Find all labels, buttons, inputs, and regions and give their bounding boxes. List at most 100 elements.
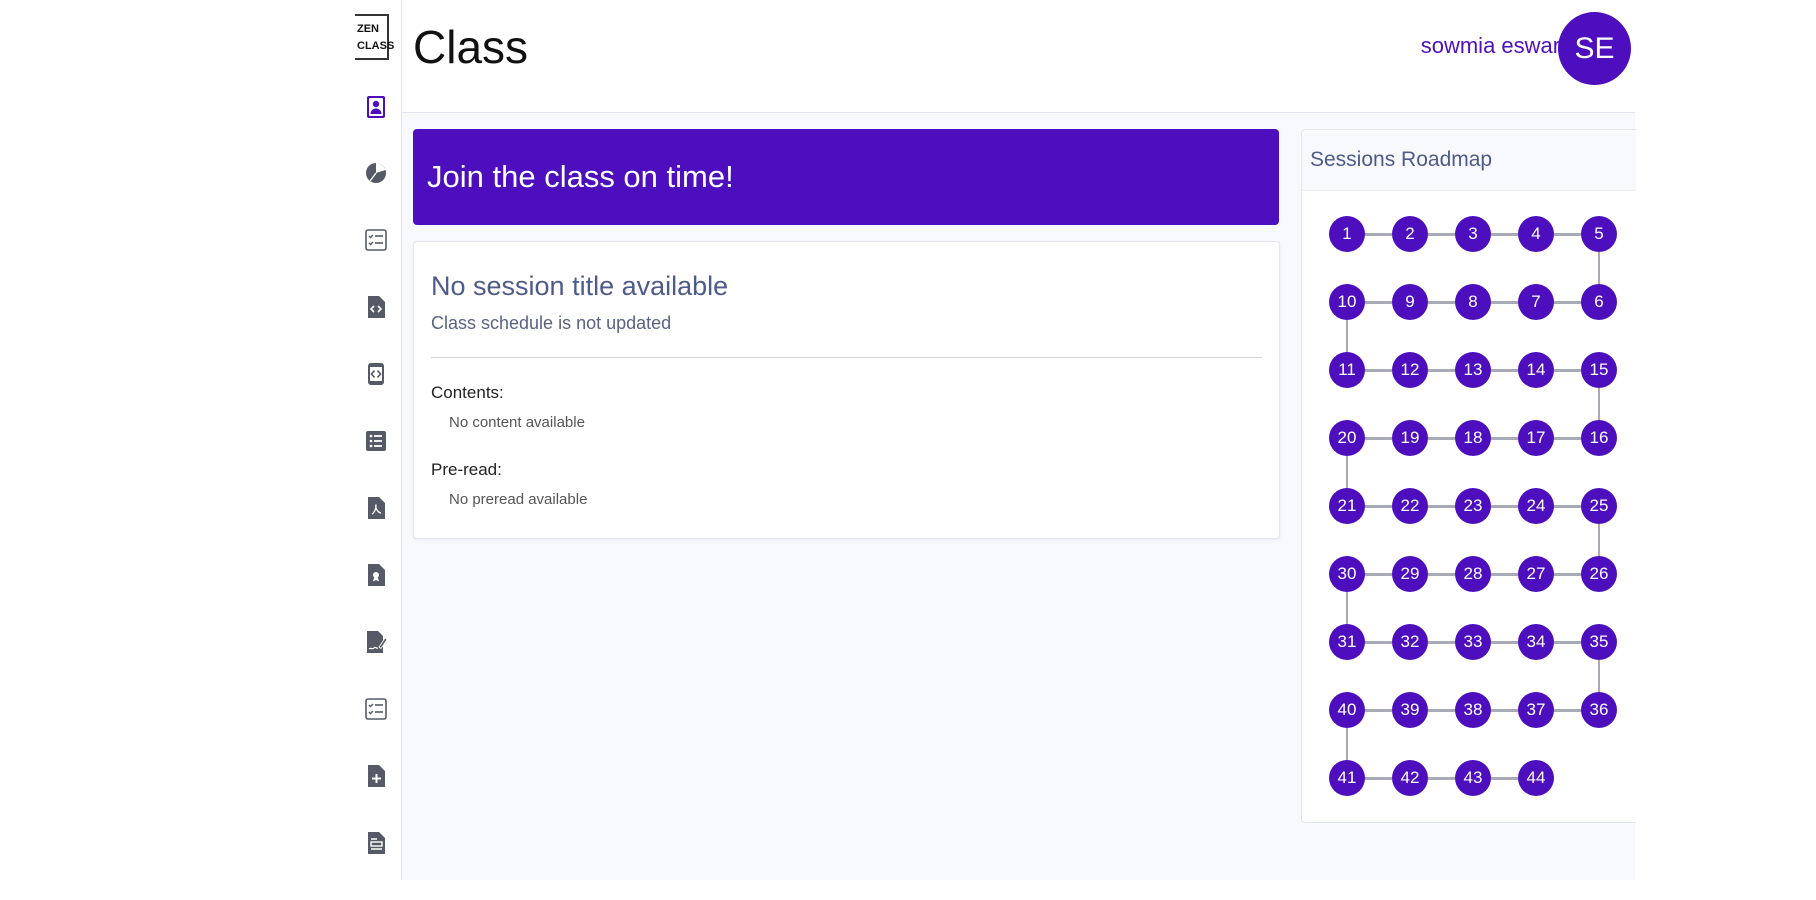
roadmap-connector (1491, 573, 1518, 576)
avatar[interactable]: SE (1558, 12, 1631, 85)
roadmap-connector (1365, 777, 1392, 780)
session-node-6[interactable]: 6 (1581, 284, 1617, 320)
roadmap-connector (1598, 660, 1600, 692)
page-header: Class sowmia eswari SE (402, 0, 1635, 113)
session-node-21[interactable]: 21 (1329, 488, 1365, 524)
document-icon[interactable] (363, 829, 389, 857)
roadmap-connector (1428, 369, 1455, 372)
roadmap-connector (1365, 233, 1392, 236)
session-node-23[interactable]: 23 (1455, 488, 1491, 524)
code-brackets-icon[interactable] (363, 360, 389, 388)
page-title: Class (413, 21, 529, 73)
pdf-file-icon[interactable] (363, 494, 389, 522)
roadmap-connector (1491, 301, 1518, 304)
roadmap-connector (1491, 437, 1518, 440)
roadmap-connector (1346, 728, 1348, 760)
session-node-2[interactable]: 2 (1392, 216, 1428, 252)
session-node-36[interactable]: 36 (1581, 692, 1617, 728)
session-node-1[interactable]: 1 (1329, 216, 1365, 252)
roadmap-connector (1598, 388, 1600, 420)
session-node-8[interactable]: 8 (1455, 284, 1491, 320)
roadmap-connector (1365, 301, 1392, 304)
roadmap-connector (1554, 437, 1581, 440)
roadmap-connector (1365, 709, 1392, 712)
roadmap-connector (1598, 524, 1600, 556)
session-node-22[interactable]: 22 (1392, 488, 1428, 524)
preread-value: No preread available (449, 491, 588, 508)
file-plus-icon[interactable] (363, 762, 389, 790)
roadmap-connector (1491, 709, 1518, 712)
checklist-icon[interactable] (363, 226, 389, 254)
roadmap-connector (1428, 233, 1455, 236)
session-node-16[interactable]: 16 (1581, 420, 1617, 456)
session-node-13[interactable]: 13 (1455, 352, 1491, 388)
logo-text-line1: ZEN (357, 23, 379, 35)
roadmap-connector (1554, 709, 1581, 712)
session-node-37[interactable]: 37 (1518, 692, 1554, 728)
session-node-12[interactable]: 12 (1392, 352, 1428, 388)
list-icon[interactable] (363, 427, 389, 455)
session-node-30[interactable]: 30 (1329, 556, 1365, 592)
roadmap-connector (1346, 592, 1348, 624)
session-node-38[interactable]: 38 (1455, 692, 1491, 728)
session-node-27[interactable]: 27 (1518, 556, 1554, 592)
session-node-7[interactable]: 7 (1518, 284, 1554, 320)
roadmap-connector (1554, 301, 1581, 304)
sessions-roadmap: Sessions Roadmap 1 2 3 4 5 6 7 8 9 10 11 12 13 14 15 16… (1301, 129, 1636, 823)
session-node-44[interactable]: 44 (1518, 760, 1554, 796)
session-node-32[interactable]: 32 (1392, 624, 1428, 660)
session-card: No session title available Class schedul… (413, 241, 1280, 539)
session-node-24[interactable]: 24 (1518, 488, 1554, 524)
roadmap-connector (1554, 573, 1581, 576)
session-node-31[interactable]: 31 (1329, 624, 1365, 660)
session-node-29[interactable]: 29 (1392, 556, 1428, 592)
session-node-42[interactable]: 42 (1392, 760, 1428, 796)
roadmap-connector (1491, 505, 1518, 508)
session-node-9[interactable]: 9 (1392, 284, 1428, 320)
session-node-5[interactable]: 5 (1581, 216, 1617, 252)
app-window: ZEN CLASS Class sowmia eswari SE Join th… (351, 0, 1636, 880)
session-node-17[interactable]: 17 (1518, 420, 1554, 456)
session-node-18[interactable]: 18 (1455, 420, 1491, 456)
roadmap-connector (1428, 641, 1455, 644)
roadmap-connector (1491, 233, 1518, 236)
session-node-26[interactable]: 26 (1581, 556, 1617, 592)
session-subtitle: Class schedule is not updated (431, 313, 672, 333)
join-class-banner: Join the class on time! (413, 129, 1279, 225)
session-node-10[interactable]: 10 (1329, 284, 1365, 320)
session-node-15[interactable]: 15 (1581, 352, 1617, 388)
session-node-4[interactable]: 4 (1518, 216, 1554, 252)
zen-class-logo[interactable]: ZEN CLASS (355, 14, 394, 60)
session-node-39[interactable]: 39 (1392, 692, 1428, 728)
preread-label: Pre-read: (431, 460, 502, 479)
code-file-icon[interactable] (363, 293, 389, 321)
contents-value: No content available (449, 414, 585, 431)
roadmap-connector (1491, 369, 1518, 372)
roadmap-connector (1554, 505, 1581, 508)
user-profile-icon[interactable] (363, 93, 389, 121)
session-node-20[interactable]: 20 (1329, 420, 1365, 456)
session-node-11[interactable]: 11 (1329, 352, 1365, 388)
session-node-33[interactable]: 33 (1455, 624, 1491, 660)
roadmap-connector (1428, 709, 1455, 712)
roadmap-connector (1365, 573, 1392, 576)
user-name[interactable]: sowmia eswari (1421, 33, 1565, 59)
certificate-icon[interactable] (363, 561, 389, 589)
session-node-34[interactable]: 34 (1518, 624, 1554, 660)
signature-icon[interactable] (363, 628, 389, 656)
session-node-28[interactable]: 28 (1455, 556, 1491, 592)
session-node-40[interactable]: 40 (1329, 692, 1365, 728)
pie-chart-icon[interactable] (363, 159, 389, 187)
session-node-19[interactable]: 19 (1392, 420, 1428, 456)
session-node-3[interactable]: 3 (1455, 216, 1491, 252)
roadmap-title: Sessions Roadmap (1310, 148, 1493, 171)
roadmap-connector (1365, 437, 1392, 440)
session-title: No session title available (431, 271, 729, 301)
session-node-14[interactable]: 14 (1518, 352, 1554, 388)
session-node-43[interactable]: 43 (1455, 760, 1491, 796)
checklist-icon[interactable] (363, 695, 389, 723)
session-node-41[interactable]: 41 (1329, 760, 1365, 796)
roadmap-connector (1346, 456, 1348, 488)
session-node-35[interactable]: 35 (1581, 624, 1617, 660)
session-node-25[interactable]: 25 (1581, 488, 1617, 524)
